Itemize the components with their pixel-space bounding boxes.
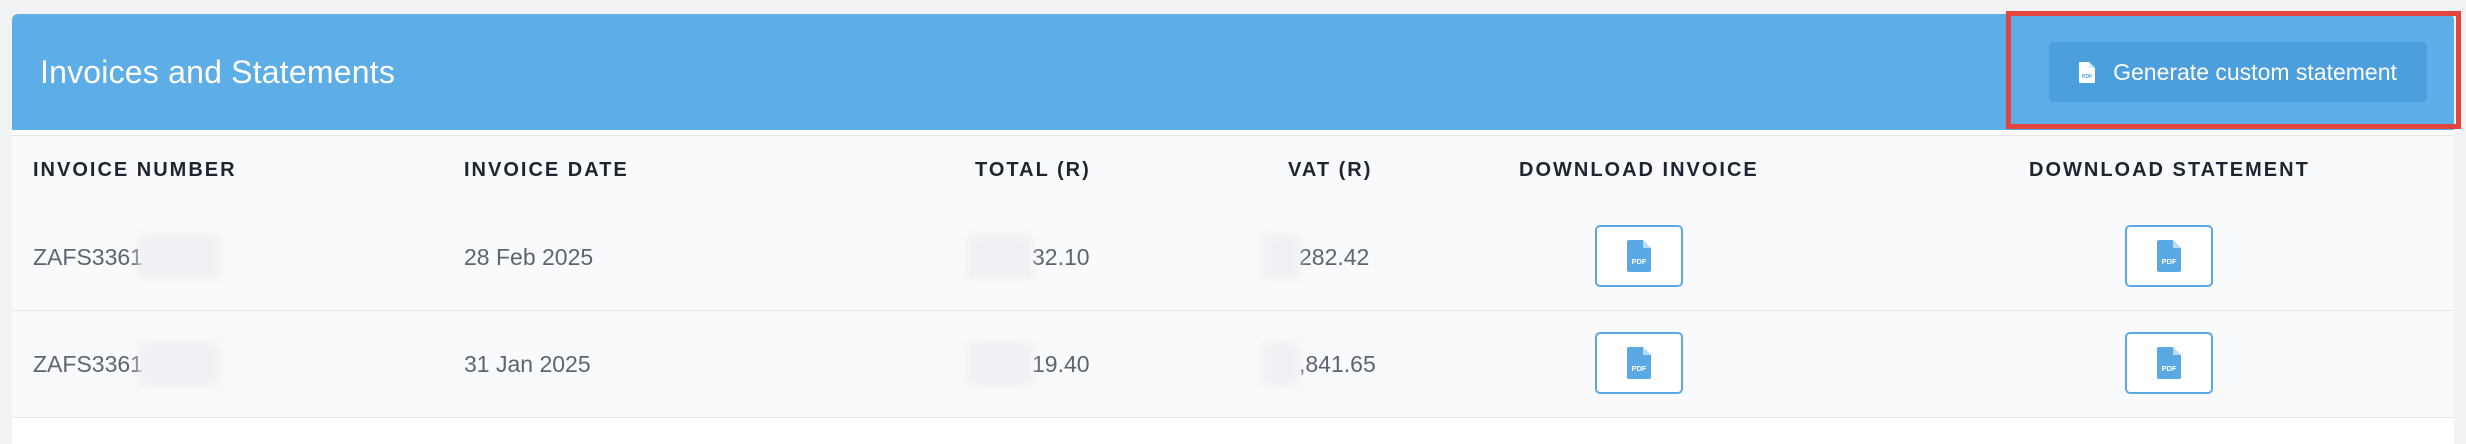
download-statement-button[interactable]: PDF [2125,332,2213,394]
total-cell: 32.10 [1032,244,1090,270]
redaction [138,341,220,387]
pdf-file-icon: PDF [2157,347,2181,379]
redaction [1262,341,1300,387]
highlight-box [2006,11,2461,129]
table-row: ZAFS3361 28 Feb 2025 32.10 282.42 PDF PD… [12,204,2454,311]
redaction [1262,234,1300,280]
svg-text:PDF: PDF [1632,364,1647,373]
redaction [967,341,1033,387]
download-invoice-button[interactable]: PDF [1595,225,1683,287]
vat-cell: 282.42 [1299,244,1370,270]
total-cell: 19.40 [1032,351,1090,377]
download-statement-button[interactable]: PDF [2125,225,2213,287]
col-total: TOTAL (R) [975,159,1091,181]
page-title: Invoices and Statements [40,54,396,90]
pdf-file-icon: PDF [1627,347,1651,379]
redaction [138,234,220,280]
col-download-invoice: DOWNLOAD INVOICE [1519,159,1759,181]
download-invoice-button[interactable]: PDF [1595,332,1683,394]
col-vat: VAT (R) [1288,159,1373,181]
pdf-file-icon: PDF [2157,240,2181,272]
svg-text:PDF: PDF [1632,257,1647,266]
redaction [967,234,1033,280]
invoice-number-cell: ZAFS3361 [33,351,143,377]
svg-text:PDF: PDF [2162,257,2177,266]
invoice-date-cell: 28 Feb 2025 [464,244,594,270]
table-header: INVOICE NUMBER INVOICE DATE TOTAL (R) VA… [12,135,2454,205]
col-download-statement: DOWNLOAD STATEMENT [2029,159,2310,181]
table-row: ZAFS3361 31 Jan 2025 19.40 ,841.65 PDF P… [12,311,2454,418]
vat-cell: ,841.65 [1299,351,1376,377]
col-invoice-date: INVOICE DATE [464,159,629,181]
invoice-number-cell: ZAFS3361 [33,244,143,270]
pdf-file-icon: PDF [1627,240,1651,272]
svg-text:PDF: PDF [2162,364,2177,373]
invoice-date-cell: 31 Jan 2025 [464,351,591,377]
col-invoice-number: INVOICE NUMBER [33,159,237,181]
